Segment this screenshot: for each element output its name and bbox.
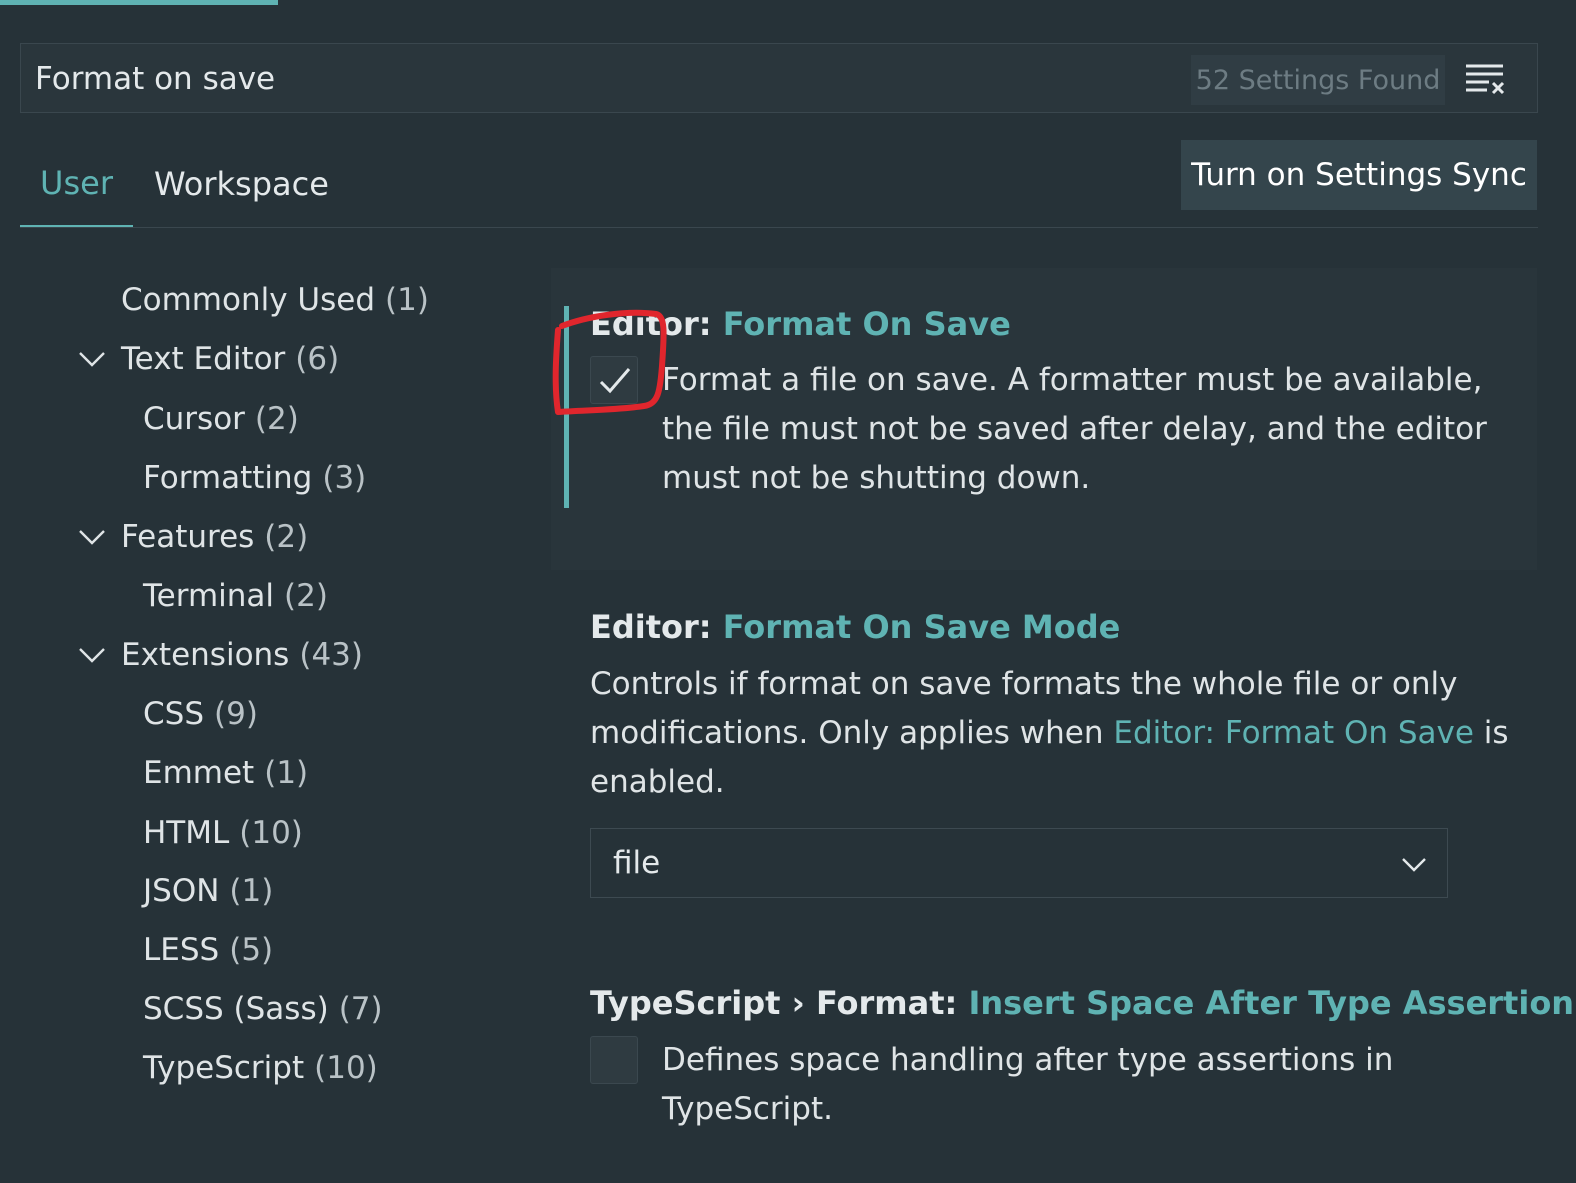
toc-item-count: (3) xyxy=(322,460,367,496)
toc-item-emmet[interactable]: Emmet (1) xyxy=(143,745,308,801)
toc-item-features[interactable]: Features (2) xyxy=(121,509,308,565)
format-on-save-checkbox[interactable] xyxy=(590,356,638,404)
description-line: TypeScript. xyxy=(662,1091,833,1127)
toc-item-label: LESS xyxy=(143,932,220,968)
top-tab-indicator xyxy=(0,0,278,5)
toc-item-label: Features xyxy=(121,519,255,555)
description-text: modifications. Only applies when xyxy=(590,715,1114,751)
chevron-down-icon xyxy=(1402,858,1426,872)
setting-description: Format a file on save. A formatter must … xyxy=(662,356,1522,503)
toc-item-count: (9) xyxy=(214,696,258,732)
toc-item-count: (1) xyxy=(229,873,274,909)
settings-search-input[interactable] xyxy=(35,56,1155,102)
description-line: modifications. Only applies when Editor:… xyxy=(590,709,1520,758)
toc-item-formatting[interactable]: Formatting (3) xyxy=(143,450,366,506)
toc-item-label: CSS xyxy=(143,696,205,732)
format-on-save-link[interactable]: Editor: Format On Save xyxy=(1113,715,1474,751)
toc-item-label: Formatting xyxy=(143,460,313,496)
toc-item-html[interactable]: HTML (10) xyxy=(143,805,303,861)
toc-item-count: (2) xyxy=(264,519,309,555)
toc-item-terminal[interactable]: Terminal (2) xyxy=(143,568,328,624)
clear-filter-icon[interactable] xyxy=(1463,61,1507,97)
toc-item-label: SCSS (Sass) xyxy=(143,991,329,1027)
toc-item-count: (43) xyxy=(299,637,363,673)
toc-item-scss[interactable]: SCSS (Sass) (7) xyxy=(143,981,383,1037)
focus-indicator xyxy=(564,306,569,508)
toc-item-text-editor[interactable]: Text Editor (6) xyxy=(121,331,339,387)
chevron-down-icon[interactable] xyxy=(78,523,106,551)
toc-item-label: Emmet xyxy=(143,755,255,791)
setting-description: Controls if format on save formats the w… xyxy=(590,660,1520,807)
insert-space-after-type-assertion-checkbox[interactable] xyxy=(590,1036,638,1084)
toc-item-commonly-used[interactable]: Commonly Used (1) xyxy=(121,272,429,328)
setting-title: TypeScript › Format: Insert Space After … xyxy=(590,984,1574,1022)
chevron-down-icon[interactable] xyxy=(78,345,106,373)
toc-item-count: (1) xyxy=(264,755,309,791)
toc-item-count: (2) xyxy=(284,578,328,614)
tab-user[interactable]: User xyxy=(20,140,133,228)
toc-item-label: Cursor xyxy=(143,401,245,437)
toc-item-json[interactable]: JSON (1) xyxy=(143,863,273,919)
toc-item-count: (6) xyxy=(295,341,340,377)
toc-item-count: (10) xyxy=(239,815,303,851)
setting-key: Format On Save Mode xyxy=(722,608,1121,646)
setting-key: Insert Space After Type Assertion xyxy=(968,984,1575,1022)
setting-key: Format On Save xyxy=(722,305,1011,343)
toc-item-count: (7) xyxy=(338,991,383,1027)
settings-search-bar: 52 Settings Found xyxy=(20,43,1538,113)
description-line: Defines space handling after type assert… xyxy=(662,1042,1394,1078)
toc-item-label: TypeScript xyxy=(143,1050,305,1086)
description-text: is xyxy=(1473,715,1509,751)
chevron-down-icon[interactable] xyxy=(78,641,106,669)
setting-category: Editor: xyxy=(590,608,723,646)
toc-item-count: (1) xyxy=(385,282,429,318)
setting-description: Defines space handling after type assert… xyxy=(662,1036,1522,1134)
format-on-save-mode-select[interactable]: file xyxy=(590,828,1448,898)
description-line: the file must not be saved after delay, … xyxy=(662,411,1487,447)
toc-item-label: Terminal xyxy=(143,578,275,614)
setting-title: Editor: Format On Save Mode xyxy=(590,608,1120,646)
toc-item-count: (2) xyxy=(254,401,299,437)
select-value: file xyxy=(613,845,661,881)
checkmark-icon xyxy=(599,368,631,394)
description-line: Format a file on save. A formatter must … xyxy=(662,362,1483,398)
setting-category: TypeScript › Format: xyxy=(590,984,969,1022)
toc-item-label: Extensions xyxy=(121,637,290,673)
toc-item-label: Text Editor xyxy=(121,341,286,377)
toc-item-count: (10) xyxy=(314,1050,378,1086)
toc-item-css[interactable]: CSS (9) xyxy=(143,686,258,742)
results-count-badge: 52 Settings Found xyxy=(1191,55,1445,105)
toc-item-label: Commonly Used xyxy=(121,282,376,318)
toc-item-cursor[interactable]: Cursor (2) xyxy=(143,391,299,447)
setting-category: Editor: xyxy=(590,305,723,343)
turn-on-settings-sync-button[interactable]: Turn on Settings Sync xyxy=(1181,140,1537,210)
toc-item-count: (5) xyxy=(229,932,274,968)
description-line: must not be shutting down. xyxy=(662,460,1091,496)
toc-item-less[interactable]: LESS (5) xyxy=(143,922,273,978)
toc-item-extensions[interactable]: Extensions (43) xyxy=(121,627,363,683)
description-line: enabled. xyxy=(590,764,725,800)
toc-item-label: HTML xyxy=(143,815,230,851)
toc-item-label: JSON xyxy=(143,873,220,909)
tab-workspace[interactable]: Workspace xyxy=(154,140,329,228)
setting-title: Editor: Format On Save xyxy=(590,305,1011,343)
toc-item-typescript[interactable]: TypeScript (10) xyxy=(143,1040,378,1096)
tabs-divider xyxy=(20,227,1538,228)
description-line: Controls if format on save formats the w… xyxy=(590,666,1458,702)
